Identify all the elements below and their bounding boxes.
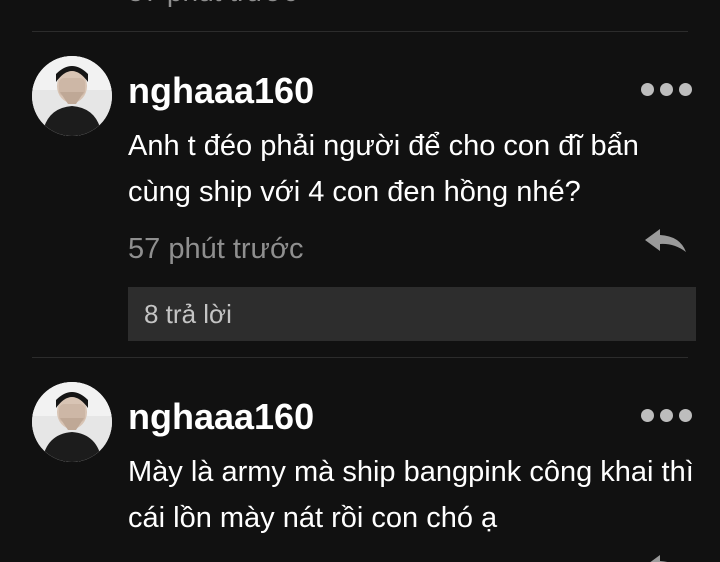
avatar[interactable] xyxy=(32,382,112,462)
comment-text: Anh t đéo phải người để cho con đĩ bẩn c… xyxy=(128,130,639,208)
username[interactable]: nghaaa160 xyxy=(128,396,314,438)
username[interactable]: nghaaa160 xyxy=(128,70,314,112)
previous-comment-timestamp: 57 phút trước xyxy=(128,0,297,8)
more-dots-icon xyxy=(641,83,654,96)
reply-arrow-icon[interactable] xyxy=(642,226,688,256)
divider xyxy=(32,357,688,358)
comment-text: Mày là army mà ship bangpink công khai t… xyxy=(128,456,694,534)
comment-timestamp: 57 phút trước xyxy=(128,233,304,265)
more-options-button[interactable] xyxy=(638,406,694,426)
avatar[interactable] xyxy=(32,56,112,136)
divider xyxy=(32,31,688,32)
more-dots-icon xyxy=(641,409,654,422)
view-replies-button[interactable]: 8 trả lời xyxy=(128,287,696,341)
more-options-button[interactable] xyxy=(638,80,694,100)
reply-arrow-icon[interactable] xyxy=(642,552,688,562)
comments-page: 57 phút trước nghaaa160 Anh t đéo phải n… xyxy=(0,0,720,562)
